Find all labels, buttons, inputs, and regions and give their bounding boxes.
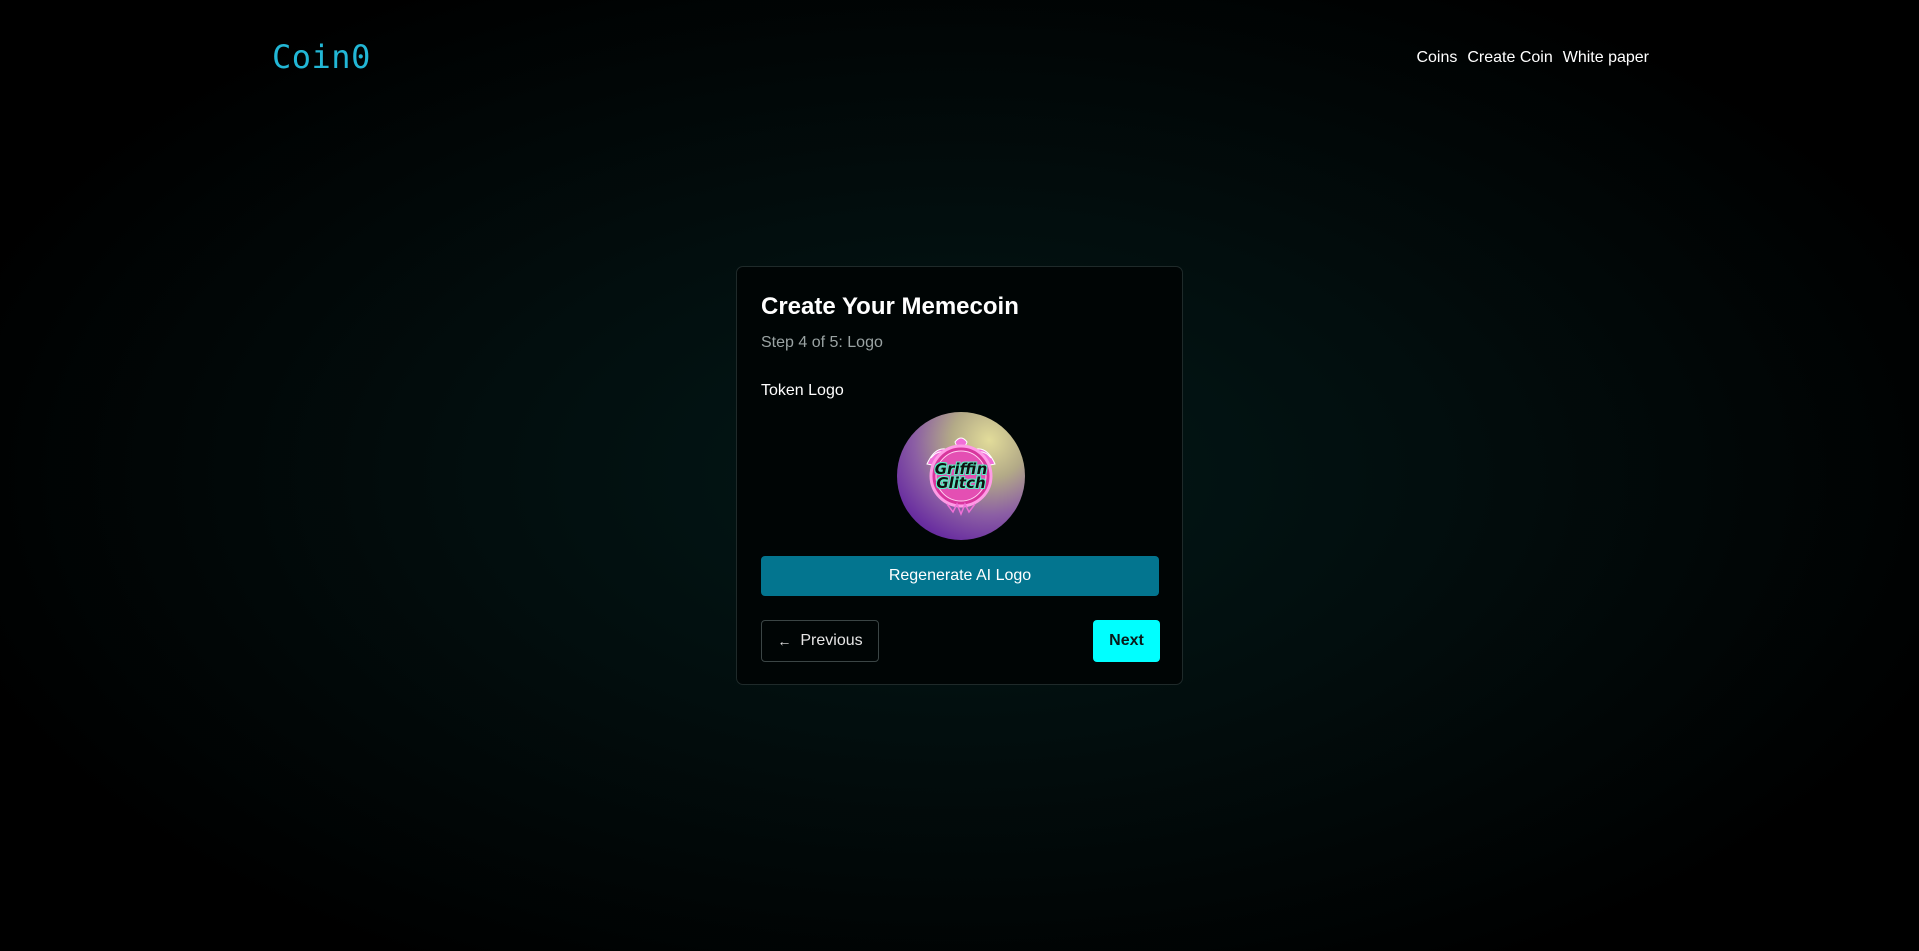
logo-text-line-2: Glitch xyxy=(936,474,986,492)
token-logo-image: Griffin Glitch xyxy=(897,412,1025,540)
create-memecoin-card: Create Your Memecoin Step 4 of 5: Logo T… xyxy=(736,266,1183,685)
token-logo-label: Token Logo xyxy=(761,382,844,399)
nav-link-white-paper[interactable]: White paper xyxy=(1563,49,1649,67)
page-title: Create Your Memecoin xyxy=(761,293,1019,320)
nav-links: Coins Create Coin White paper xyxy=(1416,49,1649,67)
navbar: Coin0 Coins Create Coin White paper xyxy=(0,0,1919,120)
nav-link-coins[interactable]: Coins xyxy=(1416,49,1457,67)
regenerate-logo-button[interactable]: Regenerate AI Logo xyxy=(761,556,1159,596)
arrow-left-icon: ← xyxy=(777,633,792,649)
previous-button[interactable]: ← Previous xyxy=(761,620,879,662)
step-indicator: Step 4 of 5: Logo xyxy=(761,334,883,351)
nav-link-create-coin[interactable]: Create Coin xyxy=(1467,49,1552,67)
previous-button-label: Previous xyxy=(800,632,863,649)
brand-logo[interactable]: Coin0 xyxy=(272,38,371,76)
next-button[interactable]: Next xyxy=(1093,620,1160,662)
